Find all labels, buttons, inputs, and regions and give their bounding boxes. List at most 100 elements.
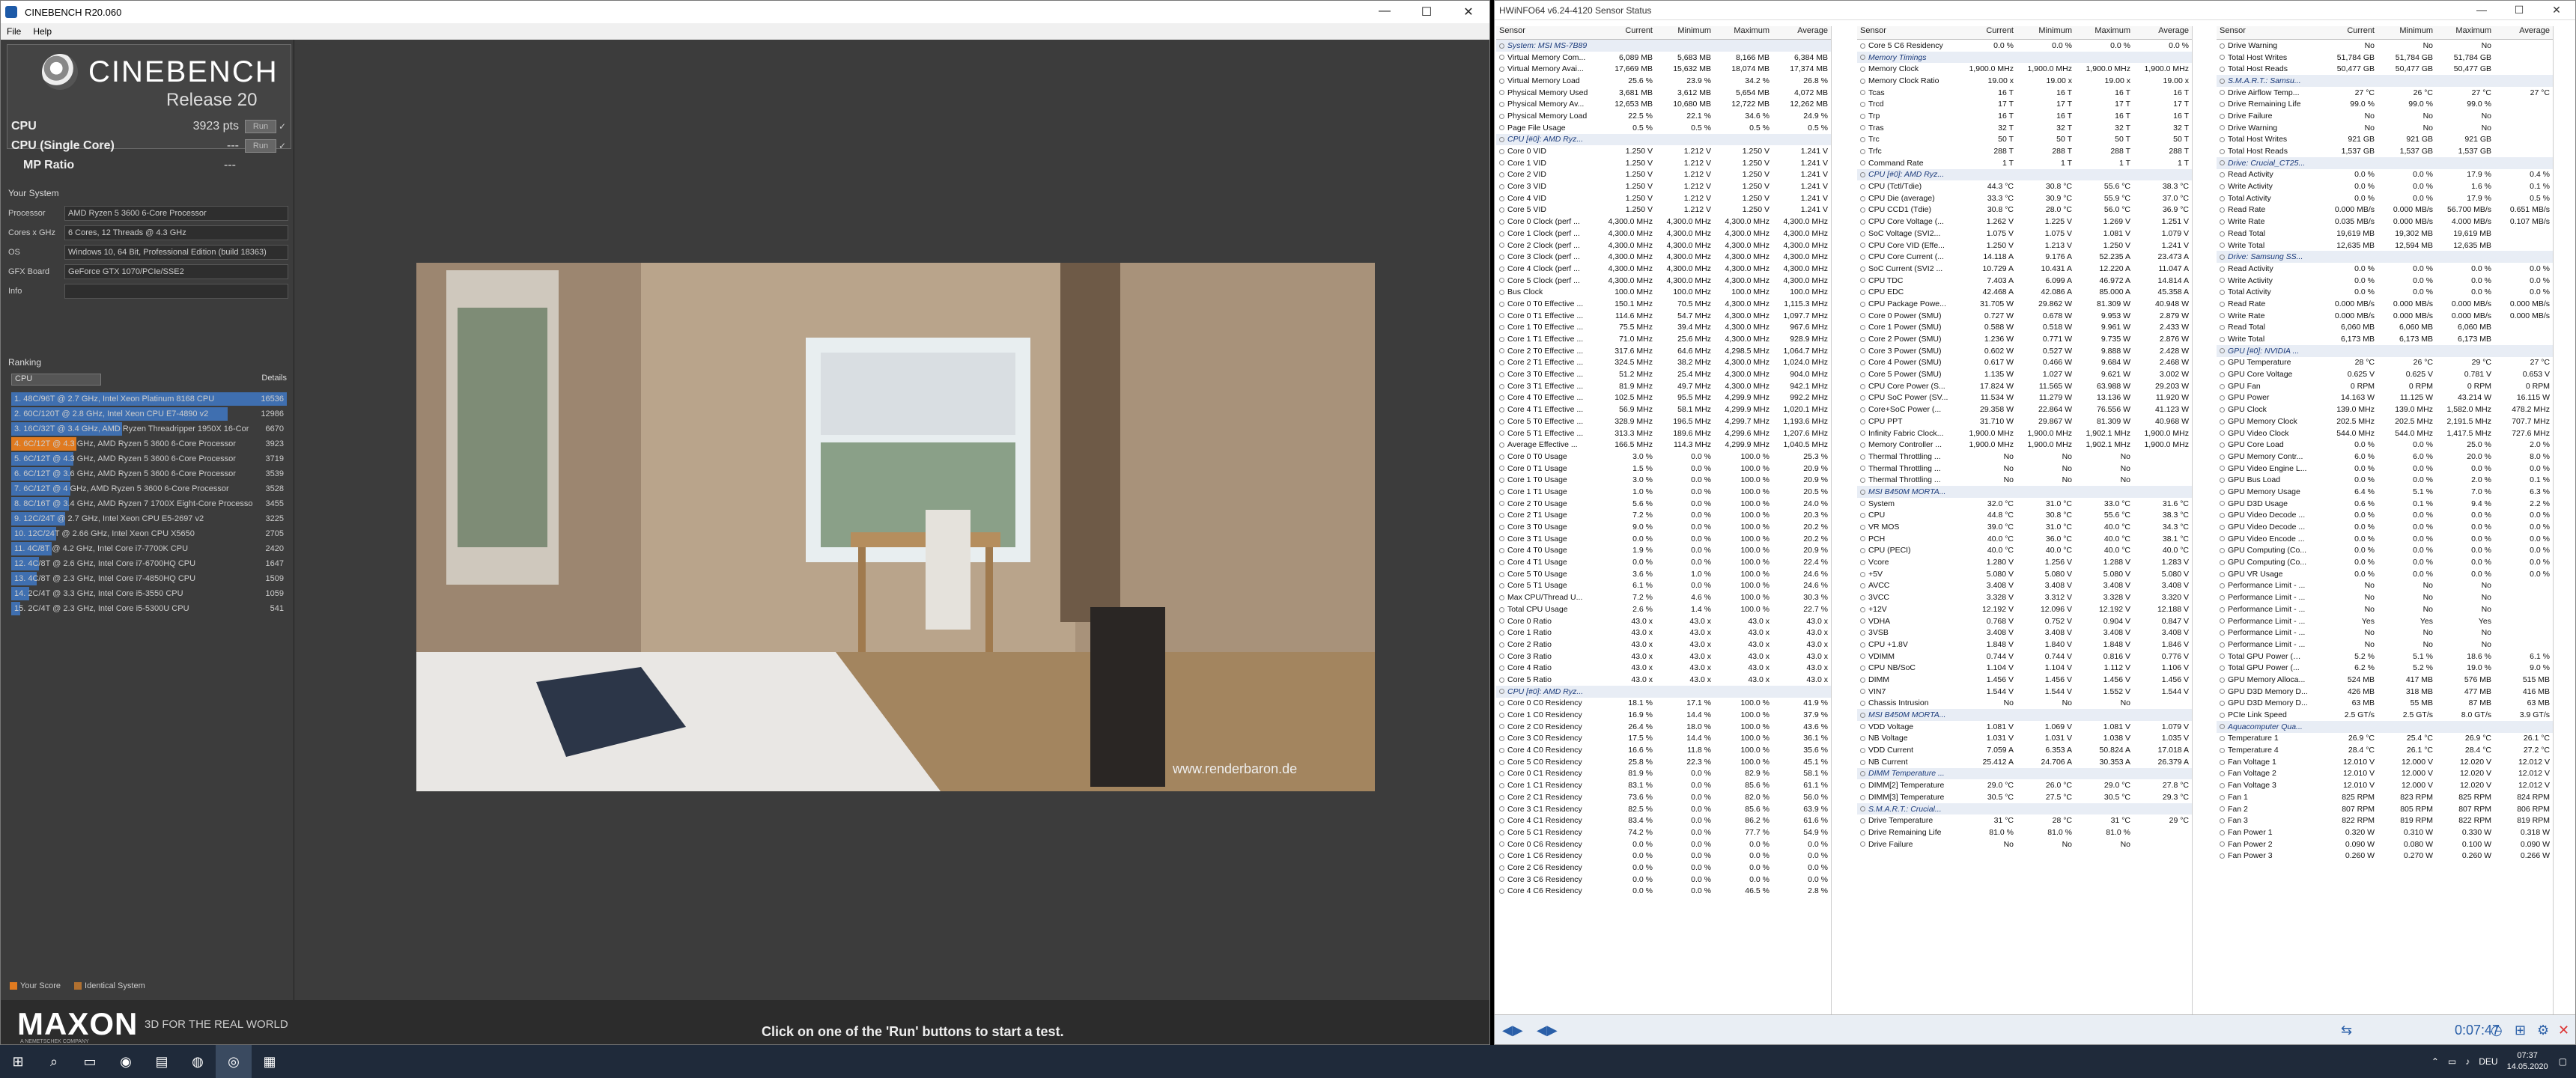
sensor-row[interactable]: Page File Usage 0.5 % 0.5 % 0.5 % 0.5 %: [1496, 122, 1831, 134]
sensor-row[interactable]: +12V 12.192 V 12.096 V 12.192 V 12.188 V: [1857, 603, 2192, 615]
sensor-row[interactable]: GPU Video Encode ... 0.0 % 0.0 % 0.0 % 0.0 %: [2217, 533, 2553, 545]
sensor-row[interactable]: GPU Computing (Co... 0.0 % 0.0 % 0.0 % 0.0 %: [2217, 545, 2553, 557]
ranking-item[interactable]: 6. 6C/12T @ 3.6 GHz, AMD Ryzen 5 3600 6-…: [11, 466, 287, 481]
add-icon[interactable]: ⊞: [2515, 1023, 2526, 1038]
sensor-row[interactable]: Core 2 C0 Residency 26.4 % 18.0 % 100.0 % 43…: [1496, 721, 1831, 733]
sensor-row[interactable]: Bus Clock 100.0 MHz 100.0 MHz 100.0 MHz 100.…: [1496, 286, 1831, 298]
column-header[interactable]: Sensor Current Minimum Maximum Average: [1496, 26, 1831, 40]
sensor-row[interactable]: GPU Temperature 28 °C 26 °C 29 °C 27 °C: [2217, 357, 2553, 369]
sensor-row[interactable]: Memory Clock 1,900.0 MHz 1,900.0 MHz 1,900.…: [1857, 63, 2192, 75]
sensor-row[interactable]: Physical Memory Av... 12,653 MB 10,680 MB 1…: [1496, 98, 1831, 110]
sensor-row[interactable]: Core 5 Ratio 43.0 x 43.0 x 43.0 x 43.0 x: [1496, 674, 1831, 686]
sensor-group[interactable]: MSI B450M MORTA...: [1857, 486, 2192, 498]
sensor-row[interactable]: GPU VR Usage 0.0 % 0.0 % 0.0 % 0.0 %: [2217, 568, 2553, 580]
sensor-row[interactable]: CPU CCD1 (Tdie) 30.8 °C 28.0 °C 56.0 °C 36.9…: [1857, 204, 2192, 216]
sensor-row[interactable]: GPU Video Clock 544.0 MHz 544.0 MHz 1,417.5…: [2217, 427, 2553, 439]
sensor-row[interactable]: GPU Video Decode ... 0.0 % 0.0 % 0.0 % 0.0 %: [2217, 521, 2553, 533]
sensor-row[interactable]: Total GPU Power (… 5.2 % 5.1 % 18.6 % 6.1 %: [2217, 651, 2553, 663]
sensor-row[interactable]: Core 3 C6 Residency 0.0 % 0.0 % 0.0 % 0.0 %: [1496, 874, 1831, 886]
sensor-row[interactable]: Core 3 C1 Residency 82.5 % 0.0 % 85.6 % 63.9…: [1496, 803, 1831, 815]
ranking-item[interactable]: 12. 4C/8T @ 2.6 GHz, Intel Core i7-6700H…: [11, 556, 287, 571]
sensor-row[interactable]: Total Host Writes 51,784 GB 51,784 GB 51,78…: [2217, 52, 2553, 64]
sensor-row[interactable]: Thermal Throttling ... No No No: [1857, 463, 2192, 475]
sensor-row[interactable]: Fan Voltage 2 12.010 V 12.000 V 12.020 V 12.…: [2217, 768, 2553, 780]
sensor-row[interactable]: Core 3 T1 Usage 0.0 % 0.0 % 100.0 % 20.2 %: [1496, 533, 1831, 545]
sensor-row[interactable]: Core 4 C6 Residency 0.0 % 0.0 % 46.5 % 2.8 %: [1496, 886, 1831, 898]
header-cell[interactable]: Sensor: [1496, 26, 1597, 39]
sensor-row[interactable]: Core 2 T0 Usage 5.6 % 0.0 % 100.0 % 24.0 %: [1496, 498, 1831, 510]
ranking-item[interactable]: 10. 12C/24T @ 2.66 GHz, Intel Xeon CPU X…: [11, 526, 287, 541]
header-cell[interactable]: Sensor: [1857, 26, 1958, 39]
sensor-row[interactable]: Read Total 19,619 MB 19,302 MB 19,619 MB: [2217, 228, 2553, 240]
header-cell[interactable]: Average: [2133, 26, 2192, 39]
sensor-group[interactable]: S.M.A.R.T.: Samsu...: [2217, 75, 2553, 87]
sensor-row[interactable]: Core 2 C1 Residency 73.6 % 0.0 % 82.0 % 56.0…: [1496, 791, 1831, 803]
sensor-row[interactable]: VDD Current 7.059 A 6.353 A 50.824 A 17.018 …: [1857, 744, 2192, 756]
sensor-row[interactable]: Write Total 6,173 MB 6,173 MB 6,173 MB: [2217, 333, 2553, 345]
sensor-row[interactable]: DIMM 1.456 V 1.456 V 1.456 V 1.456 V: [1857, 674, 2192, 686]
sensor-row[interactable]: CPU Package Powe... 31.705 W 29.862 W 81.30…: [1857, 298, 2192, 310]
sensor-row[interactable]: Core 4 Clock (perf ... 4,300.0 MHz 4,300.0…: [1496, 263, 1831, 275]
sensor-row[interactable]: Core 3 Ratio 43.0 x 43.0 x 43.0 x 43.0 x: [1496, 651, 1831, 663]
sensor-row[interactable]: Memory Controller ... 1,900.0 MHz 1,900.0 …: [1857, 439, 2192, 451]
header-cell[interactable]: Maximum: [1714, 26, 1772, 39]
header-cell[interactable]: Maximum: [2075, 26, 2133, 39]
sensor-row[interactable]: Command Rate 1 T1 T1 T1 T: [1857, 157, 2192, 169]
clock[interactable]: 07:37 14.05.2020: [2507, 1050, 2548, 1073]
sensor-row[interactable]: Core 0 C0 Residency 18.1 % 17.1 % 100.0 % 41…: [1496, 698, 1831, 710]
sensor-row[interactable]: Core 3 C0 Residency 17.5 % 14.4 % 100.0 % 36…: [1496, 733, 1831, 745]
sensor-row[interactable]: GPU Memory Contr... 6.0 % 6.0 % 20.0 % 8.0 %: [2217, 451, 2553, 463]
sensor-row[interactable]: SoC Voltage (SVI2... 1.075 V 1.075 V 1.081 …: [1857, 228, 2192, 240]
sensor-row[interactable]: Core 3 Power (SMU) 0.602 W 0.527 W 9.888 W2…: [1857, 345, 2192, 357]
maximize-icon[interactable]: ☐: [2500, 4, 2538, 16]
sensor-row[interactable]: Core 1 VID 1.250 V 1.212 V 1.250 V 1.241 V: [1496, 157, 1831, 169]
sensor-row[interactable]: NB Voltage 1.031 V 1.031 V 1.038 V 1.035 V: [1857, 733, 2192, 745]
sensor-row[interactable]: Core 4 T0 Usage 1.9 % 0.0 % 100.0 % 20.9 %: [1496, 545, 1831, 557]
sensor-row[interactable]: +5V 5.080 V 5.080 V 5.080 V 5.080 V: [1857, 568, 2192, 580]
sensor-row[interactable]: Core 5 C0 Residency 25.8 % 22.3 % 100.0 % 45…: [1496, 756, 1831, 768]
sensor-row[interactable]: Drive Warning No No No: [2217, 122, 2553, 134]
header-cell[interactable]: Current: [1597, 26, 1656, 39]
sensor-row[interactable]: Core 4 T0 Effective ... 102.5 MHz 95.5 MHz…: [1496, 392, 1831, 404]
sensor-group[interactable]: S.M.A.R.T.: Crucial...: [1857, 803, 2192, 815]
header-cell[interactable]: Average: [2494, 26, 2553, 39]
sensor-row[interactable]: Core 4 T1 Usage 0.0 % 0.0 % 100.0 % 22.4 %: [1496, 556, 1831, 568]
check-icon[interactable]: ✓: [276, 121, 288, 132]
settings-icon[interactable]: ⚙: [2537, 1023, 2549, 1038]
sensor-row[interactable]: Physical Memory Used 3,681 MB 3,612 MB 5,65…: [1496, 87, 1831, 99]
sensor-row[interactable]: CPU 44.8 °C 30.8 °C 55.6 °C 38.3 °C: [1857, 510, 2192, 522]
sensor-row[interactable]: Core 0 T0 Usage 3.0 % 0.0 % 100.0 % 25.3 %: [1496, 451, 1831, 463]
sensor-row[interactable]: Core 1 C1 Residency 83.1 % 0.0 % 85.6 % 61.1…: [1496, 779, 1831, 791]
sensor-row[interactable]: Thermal Throttling ... No No No: [1857, 474, 2192, 486]
sensor-row[interactable]: GPU Video Decode ... 0.0 % 0.0 % 0.0 % 0.0 %: [2217, 510, 2553, 522]
language-indicator[interactable]: DEU: [2479, 1056, 2497, 1067]
sensor-row[interactable]: Tcas 16 T 16 T 16 T 16 T: [1857, 87, 2192, 99]
header-cell[interactable]: Minimum: [2378, 26, 2436, 39]
hwinfo-titlebar[interactable]: HWiNFO64 v6.24-4120 Sensor Status — ☐ ✕: [1495, 1, 2575, 20]
sensor-row[interactable]: Core 4 T1 Effective ... 56.9 MHz 58.1 MHz 4…: [1496, 404, 1831, 415]
sensor-row[interactable]: Core 2 T1 Usage 7.2 % 0.0 % 100.0 % 20.3 %: [1496, 510, 1831, 522]
sensor-row[interactable]: CPU EDC 42.468 A 42.086 A 85.000 A 45.358 A: [1857, 286, 2192, 298]
column-header[interactable]: Sensor Current Minimum Maximum Average: [2217, 26, 2553, 40]
sensor-row[interactable]: Read Rate 0.000 MB/s 0.000 MB/s 0.000 MB/s 0…: [2217, 298, 2553, 310]
sensor-row[interactable]: Infinity Fabric Clock... 1,900.0 MHz 1,900…: [1857, 427, 2192, 439]
sensor-row[interactable]: GPU D3D Usage 0.6 % 0.1 % 9.4 % 2.2 %: [2217, 498, 2553, 510]
sensor-row[interactable]: Core 3 T0 Effective ... 51.2 MHz 25.4 MHz 4…: [1496, 368, 1831, 380]
sensor-row[interactable]: GPU Memory Usage 6.4 % 5.1 % 7.0 % 6.3 %: [2217, 486, 2553, 498]
sensor-row[interactable]: 3VCC 3.328 V 3.312 V 3.328 V 3.320 V: [1857, 591, 2192, 603]
sensor-row[interactable]: AVCC 3.408 V 3.408 V 3.408 V 3.408 V: [1857, 580, 2192, 592]
task-view-icon[interactable]: ▭: [72, 1045, 108, 1078]
sensor-row[interactable]: Performance Limit - ... Yes Yes Yes: [2217, 615, 2553, 627]
hwinfo-icon[interactable]: ▦: [252, 1045, 288, 1078]
sensor-row[interactable]: Write Rate 0.000 MB/s 0.000 MB/s 0.000 MB/s…: [2217, 310, 2553, 322]
sensor-row[interactable]: Core 2 Clock (perf ... 4,300.0 MHz 4,300.0…: [1496, 240, 1831, 252]
sensor-row[interactable]: Total Host Reads 1,537 GB 1,537 GB 1,537 GB: [2217, 145, 2553, 157]
sensor-row[interactable]: Core 5 T1 Usage 6.1 % 0.0 % 100.0 % 24.6 %: [1496, 580, 1831, 592]
sensor-row[interactable]: Thermal Throttling ... No No No: [1857, 451, 2192, 463]
sensor-row[interactable]: Core 0 C1 Residency 81.9 % 0.0 % 82.9 % 58.1…: [1496, 768, 1831, 780]
sensor-row[interactable]: Total Activity 0.0 % 0.0 % 17.9 % 0.5 %: [2217, 192, 2553, 204]
maximize-icon[interactable]: ☐: [1406, 4, 1448, 19]
sensor-row[interactable]: Total CPU Usage 2.6 % 1.4 % 100.0 % 22.7 %: [1496, 603, 1831, 615]
ranking-item[interactable]: 4. 6C/12T @ 4.3 GHz, AMD Ryzen 5 3600 6-…: [11, 436, 287, 451]
sensor-row[interactable]: Core 1 Power (SMU) 0.588 W 0.518 W 9.961 W2…: [1857, 322, 2192, 334]
